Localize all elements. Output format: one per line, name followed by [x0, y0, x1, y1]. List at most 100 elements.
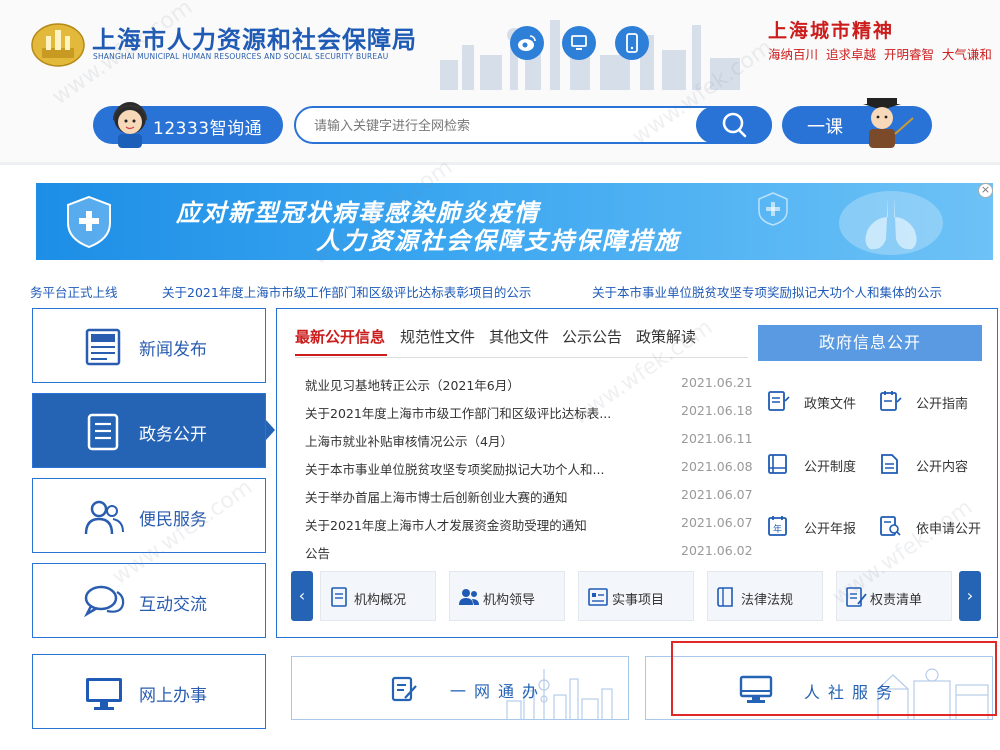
teacher-avatar-icon: [863, 98, 914, 148]
tab-other-files[interactable]: 其他文件: [489, 326, 549, 347]
chat-icon: [83, 585, 125, 618]
sidebar-item-label: 网上办事: [139, 686, 207, 706]
news-list-item[interactable]: 关于2021年度上海市市级工作部门和区级评比达标表... 2021.06.18: [305, 403, 753, 423]
news-list-item[interactable]: 关于本市事业单位脱贫攻坚专项奖励拟记大功个人和... 2021.06.08: [305, 459, 753, 479]
leaders-icon: [459, 589, 479, 605]
monitor-icon: [86, 678, 122, 710]
weibo-button[interactable]: [510, 26, 544, 60]
ticker-item[interactable]: 务平台正式上线: [30, 282, 118, 300]
news-title: 公告: [305, 546, 331, 561]
news-date: 2021.06.11: [681, 431, 753, 446]
site-subtitle: SHANGHAI MUNICIPAL HUMAN RESOURCES AND S…: [93, 52, 389, 61]
news-title: 关于2021年度上海市市级工作部门和区级评比达标表...: [305, 406, 612, 421]
tab-latest[interactable]: 最新公开信息: [295, 326, 385, 347]
pc-site-button[interactable]: [562, 26, 596, 60]
carousel-item-label: 法律法规: [741, 593, 794, 608]
news-date: 2021.06.08: [681, 459, 753, 474]
sidebar-item-gov-affairs[interactable]: 政务公开: [32, 393, 266, 468]
svg-text:年: 年: [773, 523, 782, 535]
news-title: 关于举办首届上海市博士后创新创业大赛的通知: [305, 490, 568, 505]
lungs-illustration-icon: [839, 191, 943, 255]
carousel-item-label: 机构领导: [483, 593, 536, 608]
city-spirit-title: 上海城市精神: [768, 20, 895, 42]
active-tab-indicator: [295, 354, 387, 356]
sidebar-item-online-service[interactable]: 网上办事: [32, 654, 266, 729]
news-title: 关于2021年度上海市人才发展资金资助受理的通知: [305, 518, 587, 533]
news-date: 2021.06.21: [681, 375, 753, 390]
shield-decoration-icon: [758, 192, 788, 226]
carousel-next-button[interactable]: ›: [959, 571, 981, 621]
banner-line-2: 人力资源社会保障支持保障措施: [316, 227, 680, 255]
mobile-icon: [626, 33, 638, 53]
gov-link-label: 公开年报: [804, 522, 857, 537]
news-date: 2021.06.07: [681, 487, 753, 502]
sidebar-item-interaction[interactable]: 互动交流: [32, 563, 266, 638]
document-icon: [87, 413, 119, 451]
gov-link-label: 公开内容: [916, 460, 969, 475]
content-doc-icon: [881, 454, 898, 474]
mobile-site-button[interactable]: [615, 26, 649, 60]
ticker-item[interactable]: 关于2021年度上海市市级工作部门和区级评比达标表彰项目的公示: [162, 282, 531, 300]
ticker-item[interactable]: 关于本市事业单位脱贫攻坚专项奖励拟记大功个人和集体的公示: [592, 282, 942, 300]
carousel-item-power-list[interactable]: 权责清单: [836, 571, 952, 621]
tab-notices[interactable]: 公示公告: [562, 326, 622, 347]
carousel-item-label: 机构概况: [354, 593, 407, 608]
service-agent-avatar-icon: [113, 102, 147, 148]
news-list-item[interactable]: 上海市就业补贴审核情况公示（4月） 2021.06.11: [305, 431, 753, 451]
one-net-label: 一网通办: [450, 682, 547, 701]
one-lesson-label: 一课: [807, 117, 843, 138]
search-input[interactable]: [314, 116, 684, 136]
sidebar-item-label: 便民服务: [139, 510, 207, 530]
news-title: 关于本市事业单位脱贫攻坚专项奖励拟记大功个人和...: [305, 462, 605, 477]
gov-link-label: 公开制度: [804, 460, 857, 475]
one-net-service-card[interactable]: 一网通办: [291, 656, 629, 720]
news-title: 就业见习基地转正公示（2021年6月）: [305, 378, 520, 393]
sidebar-item-services[interactable]: 便民服务: [32, 478, 266, 553]
news-ticker: 务平台正式上线 关于2021年度上海市市级工作部门和区级评比达标表彰项目的公示 …: [30, 282, 990, 300]
header-divider: [0, 162, 1000, 165]
sidebar-item-label: 政务公开: [139, 425, 207, 445]
search-button[interactable]: [696, 106, 772, 144]
computer-icon: [571, 35, 587, 50]
search-icon: [722, 112, 747, 138]
news-list-item[interactable]: 就业见习基地转正公示（2021年6月） 2021.06.21: [305, 375, 753, 395]
tab-divider: [295, 357, 748, 358]
org-doc-icon: [331, 587, 347, 607]
news-title: 上海市就业补贴审核情况公示（4月）: [305, 434, 513, 449]
news-date: 2021.06.18: [681, 403, 753, 418]
banner-close-button[interactable]: ×: [978, 183, 993, 198]
book-icon: [768, 454, 787, 474]
law-book-icon: [717, 587, 733, 607]
hotline-label: 12333智询通: [153, 119, 263, 139]
tab-regulations[interactable]: 规范性文件: [400, 326, 475, 347]
sidebar-item-news[interactable]: 新闻发布: [32, 308, 266, 383]
apply-search-icon: [880, 516, 901, 536]
shield-icon: [67, 195, 111, 249]
gov-info-disclosure-button[interactable]: 政府信息公开: [758, 325, 982, 361]
carousel-item-leaders[interactable]: 机构领导: [449, 571, 565, 621]
sidebar-item-label: 互动交流: [139, 595, 207, 615]
active-nav-pointer: [266, 420, 275, 440]
news-list-item[interactable]: 公告 2021.06.02: [305, 543, 753, 563]
carousel-item-laws[interactable]: 法律法规: [707, 571, 823, 621]
edit-form-icon: [391, 676, 417, 702]
news-list-item[interactable]: 关于举办首届上海市博士后创新创业大赛的通知 2021.06.07: [305, 487, 753, 507]
carousel-item-org-overview[interactable]: 机构概况: [320, 571, 436, 621]
gov-link-label: 依申请公开: [916, 522, 982, 537]
epidemic-banner[interactable]: 应对新型冠状病毒感染肺炎疫情 人力资源社会保障支持保障措施: [36, 183, 993, 260]
carousel-prev-button[interactable]: ‹: [291, 571, 313, 621]
carousel-item-label: 实事项目: [612, 593, 665, 608]
bureau-logo: [31, 23, 85, 67]
calendar-year-icon: 年: [768, 516, 787, 536]
people-icon: [84, 500, 124, 535]
site-title: 上海市人力资源和社会保障局: [92, 26, 417, 54]
news-list-item[interactable]: 关于2021年度上海市人才发展资金资助受理的通知 2021.06.07: [305, 515, 753, 535]
carousel-item-label: 权责清单: [870, 593, 923, 608]
checklist-edit-icon: [846, 587, 867, 607]
tab-interpretation[interactable]: 政策解读: [636, 326, 696, 347]
weibo-icon: [518, 35, 536, 51]
carousel-item-projects[interactable]: 实事项目: [578, 571, 694, 621]
news-date: 2021.06.02: [681, 543, 753, 558]
news-date: 2021.06.07: [681, 515, 753, 530]
highlight-box: [671, 641, 997, 716]
